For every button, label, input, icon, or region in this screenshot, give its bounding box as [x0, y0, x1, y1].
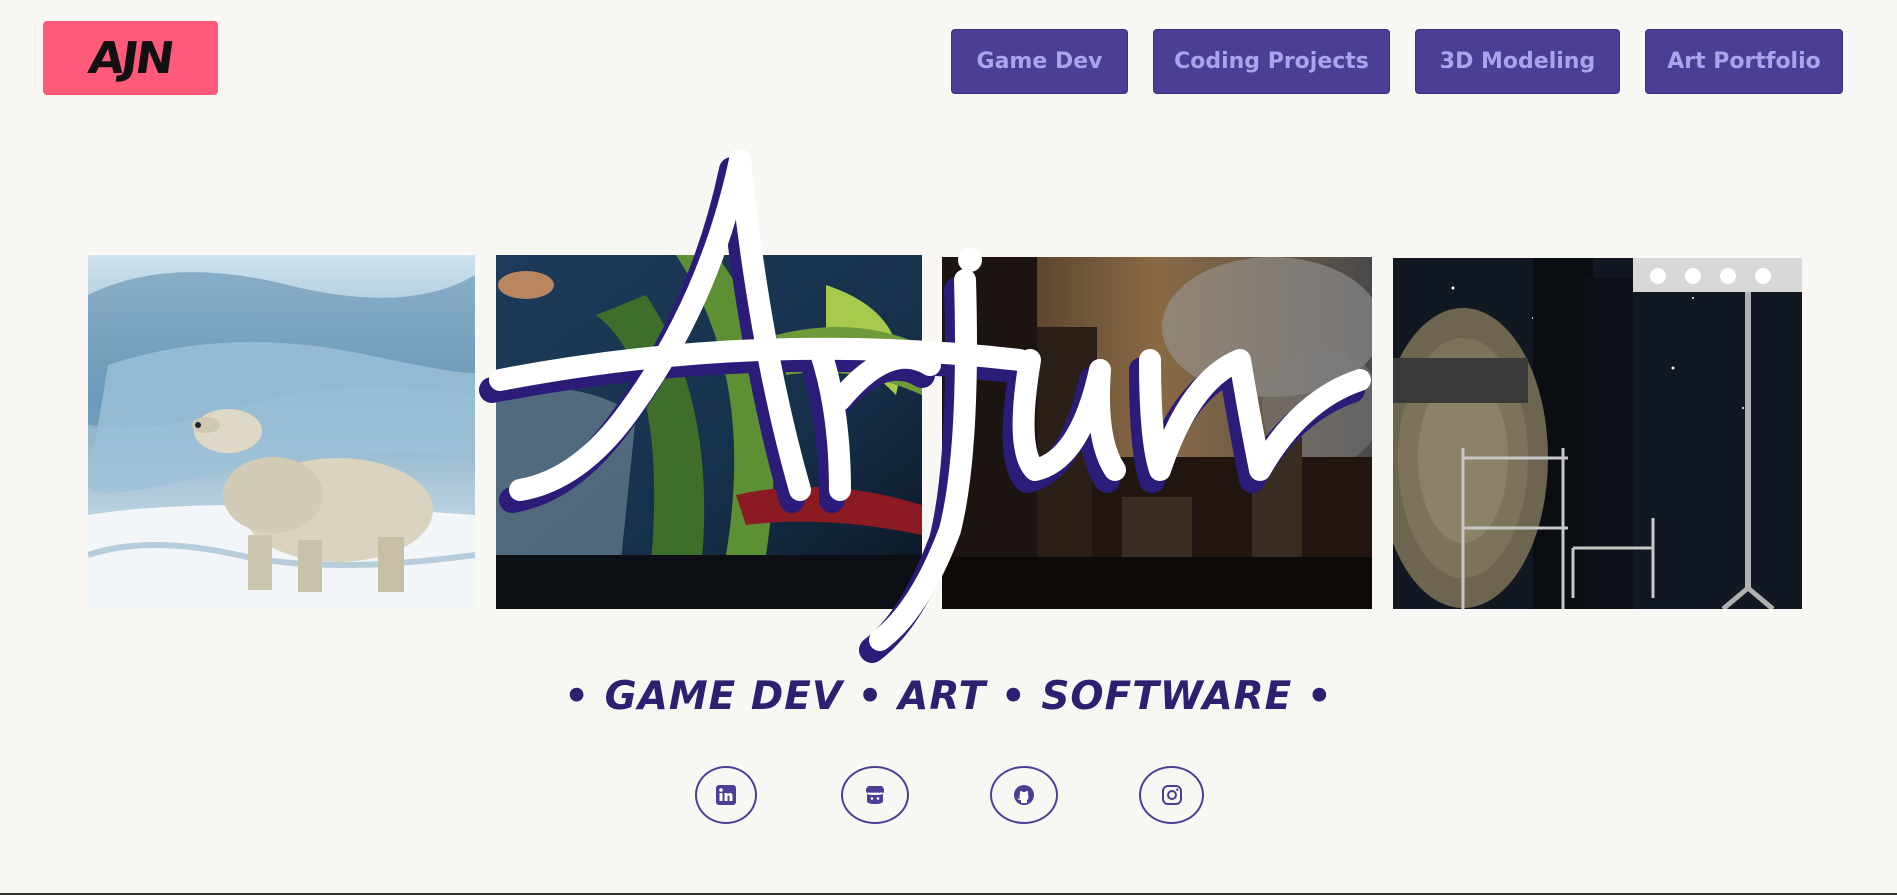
github-link[interactable] [990, 766, 1058, 824]
nav-game-dev-button[interactable]: Game Dev [951, 29, 1128, 94]
nav-coding-projects-button[interactable]: Coding Projects [1153, 29, 1390, 94]
nav-3d-modeling-button[interactable]: 3D Modeling [1415, 29, 1620, 94]
polar-bear-image [88, 255, 475, 609]
nav-art-portfolio-button[interactable]: Art Portfolio [1645, 29, 1843, 94]
logo-text: AJN [85, 32, 176, 84]
underwater-scene-image [496, 255, 922, 609]
night-construction-image [1393, 258, 1802, 609]
instagram-link[interactable] [1139, 766, 1204, 824]
linkedin-icon [716, 785, 736, 805]
instagram-icon [1161, 785, 1182, 805]
itchio-link[interactable] [841, 766, 909, 824]
industrial-smoke-image [942, 257, 1372, 609]
github-icon [1014, 785, 1034, 805]
site-logo[interactable]: AJN [43, 21, 218, 95]
tagline: • GAME DEV • ART • SOFTWARE • [564, 674, 1333, 719]
itchio-icon [866, 786, 884, 804]
linkedin-link[interactable] [695, 766, 757, 824]
